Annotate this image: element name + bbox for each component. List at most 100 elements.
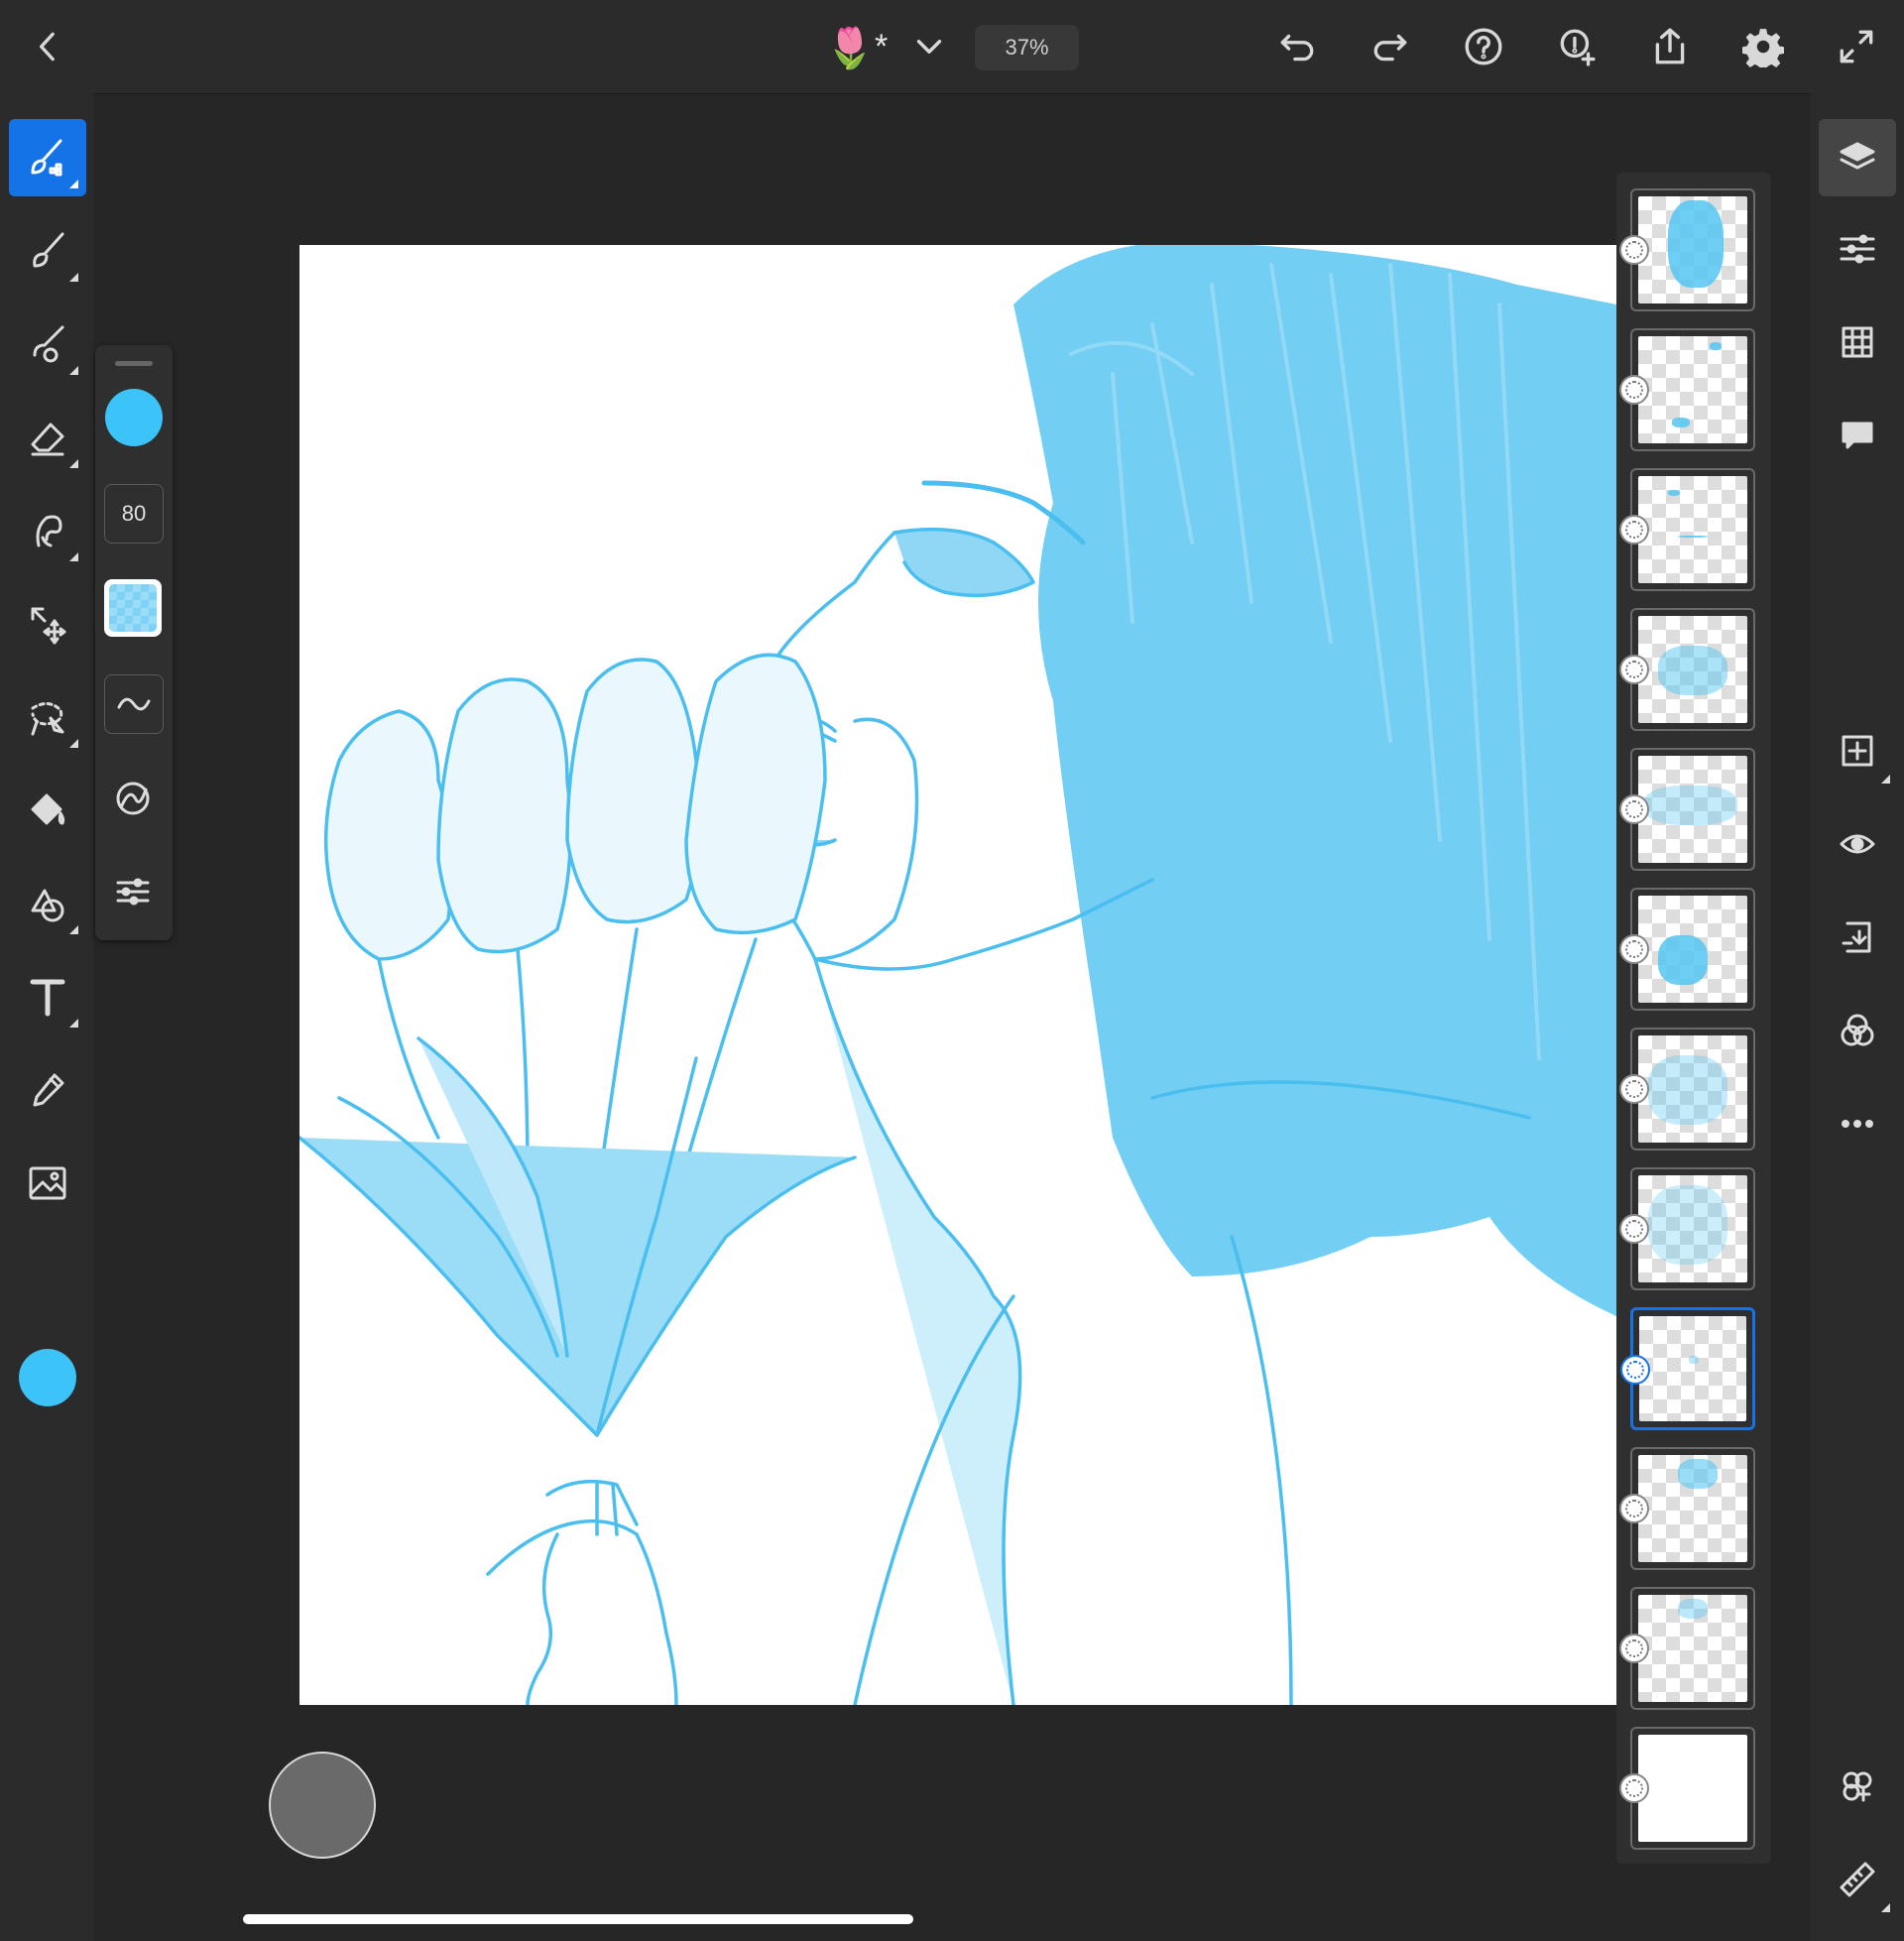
layer-blend-toggle[interactable]	[1619, 655, 1649, 684]
layer-properties-button[interactable]	[1819, 1748, 1896, 1825]
text-tool[interactable]	[9, 958, 86, 1035]
brush-properties-panel: 80	[95, 345, 173, 940]
image-tool[interactable]	[9, 1145, 86, 1222]
settings-icon[interactable]	[1738, 22, 1788, 71]
invite-icon[interactable]	[1552, 22, 1602, 71]
undo-icon[interactable]	[1272, 22, 1322, 71]
smudge-brush-tool[interactable]	[9, 305, 86, 383]
layer-thumbnail	[1638, 896, 1747, 1003]
right-toolbar	[1811, 93, 1904, 1941]
lasso-icon	[31, 702, 64, 736]
layers-button[interactable]	[1819, 119, 1896, 196]
redo-icon[interactable]	[1366, 22, 1415, 71]
blend-button[interactable]	[1819, 992, 1896, 1069]
color-swatch[interactable]	[19, 1349, 76, 1406]
layer-blend-toggle[interactable]	[1619, 1494, 1649, 1523]
layer-item[interactable]	[1619, 188, 1755, 311]
brush-opacity-swatch[interactable]	[104, 579, 162, 637]
layer-thumbnail	[1638, 1035, 1747, 1143]
layer-thumbnail	[1638, 1735, 1747, 1842]
layer-blend-toggle[interactable]	[1619, 1634, 1649, 1663]
add-layer-button[interactable]	[1819, 712, 1896, 789]
eyedropper-tool[interactable]	[9, 1051, 86, 1129]
layer-item[interactable]	[1619, 468, 1755, 591]
dropdown-chevron-icon[interactable]	[904, 22, 954, 71]
smoothing-wave-icon	[117, 697, 151, 711]
layer-blend-toggle[interactable]	[1619, 934, 1649, 964]
comments-button[interactable]	[1819, 397, 1896, 474]
brush-pressure-button[interactable]	[104, 770, 162, 827]
zoom-level[interactable]: 37%	[975, 25, 1079, 70]
layer-item[interactable]	[1619, 748, 1755, 871]
shape-tool[interactable]	[9, 865, 86, 942]
drawing-canvas[interactable]	[299, 245, 1616, 1705]
text-icon	[30, 979, 65, 1017]
adjustments-button[interactable]	[1819, 210, 1896, 288]
smudge-brush-icon	[33, 325, 64, 363]
modifier-touch-button[interactable]	[269, 1752, 376, 1859]
merge-down-button[interactable]	[1819, 899, 1896, 976]
layers-panel	[1616, 173, 1771, 1864]
share-icon[interactable]	[1645, 22, 1695, 71]
layer-item-selected[interactable]	[1620, 1307, 1755, 1430]
liquify-icon	[36, 515, 62, 547]
grid-icon	[1842, 326, 1873, 358]
layer-blend-toggle[interactable]	[1619, 375, 1649, 405]
panel-grip-handle[interactable]	[115, 361, 153, 366]
fullscreen-icon[interactable]	[1832, 22, 1881, 71]
add-layer-icon	[1842, 735, 1873, 767]
comments-icon	[1842, 422, 1873, 449]
paint-brush-tool[interactable]	[9, 119, 86, 196]
layer-item[interactable]	[1619, 888, 1755, 1011]
ruler-button[interactable]	[1819, 1841, 1896, 1918]
brush-smoothing-button[interactable]	[104, 674, 164, 734]
left-toolbar	[0, 93, 93, 1941]
layer-thumbnail	[1638, 756, 1747, 863]
back-chevron-icon[interactable]	[24, 22, 73, 71]
layer-blend-toggle[interactable]	[1619, 1214, 1649, 1244]
sliders-icon	[116, 878, 150, 906]
brush-color-swatch[interactable]	[105, 389, 163, 446]
document-emoji-icon[interactable]: 🌷	[825, 26, 875, 71]
layer-blend-toggle[interactable]	[1619, 235, 1649, 265]
document-modified-marker: *	[875, 28, 889, 65]
adjustments-icon	[1840, 234, 1875, 264]
visibility-button[interactable]	[1819, 805, 1896, 883]
layer-item[interactable]	[1619, 328, 1755, 451]
artwork-illustration	[299, 245, 1616, 1705]
layer-item[interactable]	[1619, 1167, 1755, 1290]
home-indicator	[243, 1914, 913, 1924]
more-button[interactable]	[1819, 1085, 1896, 1162]
layer-blend-toggle[interactable]	[1620, 1355, 1650, 1385]
image-icon	[29, 1166, 66, 1200]
ruler-icon	[1840, 1862, 1875, 1897]
layer-item[interactable]	[1619, 1028, 1755, 1151]
brush-tool[interactable]	[9, 212, 86, 290]
layer-item-background[interactable]	[1619, 1727, 1755, 1850]
layer-item[interactable]	[1619, 1587, 1755, 1710]
layers-icon	[1840, 142, 1875, 170]
fill-tool[interactable]	[9, 772, 86, 849]
layer-item[interactable]	[1619, 1447, 1755, 1570]
top-bar: 🌷 * 37%	[0, 0, 1904, 94]
brush-size-value[interactable]: 80	[104, 484, 164, 544]
layer-thumbnail	[1638, 196, 1747, 303]
brush-settings-button[interactable]	[104, 863, 162, 920]
background-image-icon[interactable]	[1619, 1773, 1649, 1803]
lasso-tool[interactable]	[9, 678, 86, 756]
paint-brush-icon	[31, 139, 62, 177]
merge-down-icon	[1842, 921, 1871, 953]
liquify-tool[interactable]	[9, 492, 86, 569]
brush-icon	[33, 232, 64, 268]
layer-thumbnail	[1638, 336, 1747, 443]
layer-item[interactable]	[1619, 608, 1755, 731]
grid-button[interactable]	[1819, 303, 1896, 381]
layer-blend-toggle[interactable]	[1619, 515, 1649, 545]
layer-thumbnail	[1639, 1316, 1746, 1421]
help-icon[interactable]	[1459, 22, 1508, 71]
move-tool[interactable]	[9, 585, 86, 663]
layer-blend-toggle[interactable]	[1619, 1074, 1649, 1104]
opacity-checker	[109, 584, 157, 632]
layer-blend-toggle[interactable]	[1619, 794, 1649, 824]
eraser-tool[interactable]	[9, 399, 86, 476]
